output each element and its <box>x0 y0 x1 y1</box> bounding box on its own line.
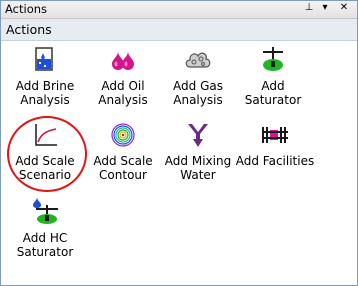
saturator-icon <box>263 47 283 71</box>
mixing-water-arrows-icon <box>188 124 208 147</box>
add-hc-saturator-button[interactable]: Add HC Saturator <box>5 197 85 259</box>
item-label: Add Saturator <box>244 79 302 107</box>
item-label: Add Facilities <box>235 154 315 168</box>
panel-title: Actions <box>5 2 48 16</box>
add-mixing-water-button[interactable]: Add Mixing Water <box>158 122 238 182</box>
hc-saturator-icon <box>33 197 58 224</box>
brine-flask-icon <box>35 47 53 71</box>
item-label: Add Gas Analysis <box>173 79 223 107</box>
item-label: Add Brine Analysis <box>15 79 75 107</box>
highlight-ring-annotation <box>7 116 87 192</box>
facilities-icon <box>262 127 288 143</box>
item-label: Add Oil Analysis <box>98 79 148 107</box>
gas-cloud-icon <box>185 52 211 68</box>
item-label: Add HC Saturator <box>16 231 74 259</box>
close-icon[interactable]: ✕ <box>338 2 350 13</box>
item-label: Add Mixing Water <box>164 154 232 182</box>
add-saturator-button[interactable]: Add Saturator <box>233 47 313 107</box>
actions-panel: Actions ⊥ ▾ ✕ Actions Add Brine Analysis … <box>0 0 358 286</box>
pin-icon[interactable]: ⊥ <box>303 2 315 13</box>
add-gas-analysis-button[interactable]: Add Gas Analysis <box>158 47 238 107</box>
add-facilities-button[interactable]: Add Facilities <box>233 122 317 168</box>
add-scale-contour-button[interactable]: Add Scale Contour <box>83 122 163 182</box>
add-oil-analysis-button[interactable]: Add Oil Analysis <box>83 47 163 107</box>
panel-title-bar: Actions ⊥ ▾ ✕ <box>1 1 357 19</box>
item-label: Add Scale Contour <box>93 154 153 182</box>
oil-drops-icon <box>112 51 134 70</box>
section-header[interactable]: Actions <box>1 19 357 41</box>
dropdown-icon[interactable]: ▾ <box>319 2 331 13</box>
scale-contour-icon <box>111 123 135 147</box>
section-title: Actions <box>6 22 52 37</box>
add-brine-analysis-button[interactable]: Add Brine Analysis <box>5 47 85 107</box>
